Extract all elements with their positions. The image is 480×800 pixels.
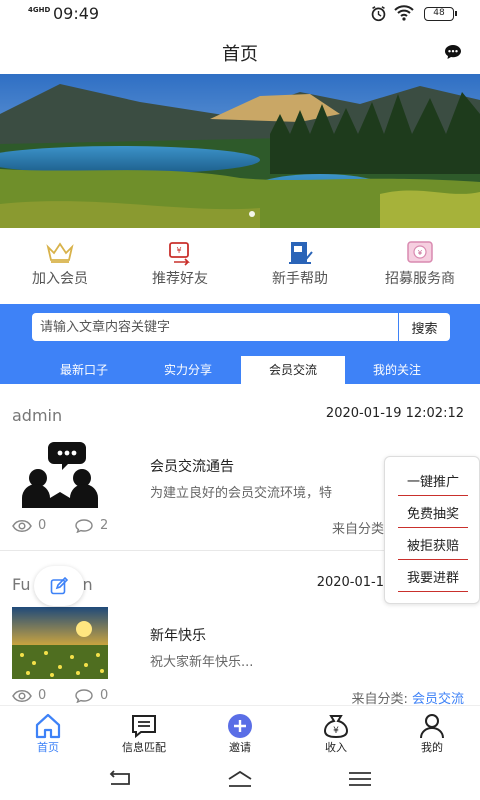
nav-income[interactable]: ¥ 收入 <box>288 706 384 761</box>
nav-info-match[interactable]: 信息匹配 <box>96 706 192 761</box>
back-icon[interactable] <box>107 770 133 788</box>
page-title: 首页 <box>222 44 258 65</box>
banner-carousel[interactable] <box>0 74 480 228</box>
post-date: 2020-01-19 12:02:12 <box>325 406 464 421</box>
bottom-nav: 首页 信息匹配 邀请 ¥ 收入 我的 <box>0 705 480 760</box>
edit-icon <box>50 577 68 595</box>
status-bar: 4GHD 09:49 48 <box>0 0 480 28</box>
category-prefix: 来自分类 <box>331 522 384 537</box>
category-tabs: 最新口子 实力分享 会员交流 我的关注 <box>0 356 480 384</box>
home-nav-icon[interactable] <box>227 770 253 788</box>
tab-my-follows[interactable]: 我的关注 <box>345 356 449 384</box>
search-input[interactable] <box>32 313 398 341</box>
tab-latest[interactable]: 最新口子 <box>32 356 136 384</box>
menu-icon[interactable] <box>347 770 373 788</box>
search-button[interactable]: 搜索 <box>399 313 450 341</box>
post-thumbnail <box>12 607 108 679</box>
post-views: 0 <box>12 688 46 703</box>
post-author: admin <box>12 406 63 425</box>
author-start: Fu <box>12 575 31 594</box>
post-views: 0 <box>12 518 46 533</box>
quick-link-recruit-provider[interactable]: ¥ 招募服务商 <box>360 228 480 304</box>
help-book-icon <box>289 242 313 264</box>
comments-count: 2 <box>100 518 109 533</box>
comments-count: 0 <box>100 688 109 703</box>
menu-item-lottery[interactable]: 免费抽奖 <box>398 501 468 528</box>
battery-indicator: 48 <box>424 7 457 21</box>
alarm-icon <box>371 6 386 22</box>
app-header: 首页 <box>0 28 480 74</box>
status-time: 09:49 <box>53 4 100 23</box>
compose-button[interactable] <box>34 566 84 606</box>
post-title: 新年快乐 <box>150 628 206 644</box>
floating-menu: 一键推广 免费抽奖 被拒获赔 我要进群 <box>384 456 480 604</box>
post-excerpt: 祝大家新年快乐... <box>150 655 254 670</box>
crown-icon <box>46 242 74 263</box>
nav-label: 信息匹配 <box>122 741 166 754</box>
eye-icon <box>12 519 32 532</box>
nav-invite[interactable]: 邀请 <box>192 706 288 761</box>
message-icon <box>132 715 156 739</box>
quick-link-newbie-help[interactable]: 新手帮助 <box>240 228 360 304</box>
chat-icon[interactable] <box>444 44 462 60</box>
svg-text:¥: ¥ <box>333 726 339 736</box>
menu-item-compensation[interactable]: 被拒获赔 <box>398 533 468 560</box>
quick-link-recommend-friend[interactable]: ¥ 推荐好友 <box>120 228 240 304</box>
views-count: 0 <box>38 518 47 533</box>
nav-label: 我的 <box>421 741 443 754</box>
post-category: 来自分类 <box>332 518 384 537</box>
user-icon <box>420 714 444 739</box>
post-comments[interactable]: 0 <box>74 688 108 703</box>
banner-image <box>0 74 480 228</box>
menu-item-promote[interactable]: 一键推广 <box>398 469 468 496</box>
quick-link-label: 推荐好友 <box>152 271 208 287</box>
search-section: 搜索 最新口子 实力分享 会员交流 我的关注 <box>0 304 480 384</box>
tab-strength-share[interactable]: 实力分享 <box>136 356 240 384</box>
menu-item-join-group[interactable]: 我要进群 <box>398 565 468 592</box>
eye-icon <box>12 689 32 702</box>
post-comments[interactable]: 2 <box>74 518 108 533</box>
post-excerpt: 为建立良好的会员交流环境，特 <box>150 486 333 501</box>
quick-links: 加入会员 ¥ 推荐好友 新手帮助 ¥ 招募服务商 <box>0 228 480 304</box>
nav-label: 首页 <box>37 741 59 754</box>
post-title: 会员交流通告 <box>150 459 234 475</box>
svg-text:¥: ¥ <box>418 249 423 257</box>
nav-label: 邀请 <box>229 741 251 754</box>
network-indicator: 4GHD <box>28 6 51 14</box>
home-icon <box>35 713 61 739</box>
quick-link-label: 招募服务商 <box>385 271 455 287</box>
system-nav-bar <box>0 760 480 800</box>
comment-icon <box>75 688 93 703</box>
quick-link-join-member[interactable]: 加入会员 <box>0 228 120 304</box>
nav-mine[interactable]: 我的 <box>384 706 480 761</box>
money-bag-icon: ¥ <box>323 715 349 739</box>
post-date: 2020-01-1 <box>316 575 384 590</box>
recruit-icon: ¥ <box>407 241 433 263</box>
svg-text:¥: ¥ <box>176 246 181 255</box>
tab-member-exchange[interactable]: 会员交流 <box>241 356 345 384</box>
nav-home[interactable]: 首页 <box>0 706 96 761</box>
comment-icon <box>75 518 93 533</box>
quick-link-label: 新手帮助 <box>272 271 328 287</box>
wifi-icon <box>394 5 414 21</box>
post-thumbnail <box>12 438 108 510</box>
quick-link-label: 加入会员 <box>32 271 88 287</box>
share-icon: ¥ <box>169 242 190 266</box>
views-count: 0 <box>38 688 47 703</box>
nav-label: 收入 <box>325 741 347 754</box>
plus-circle-icon <box>228 714 252 738</box>
